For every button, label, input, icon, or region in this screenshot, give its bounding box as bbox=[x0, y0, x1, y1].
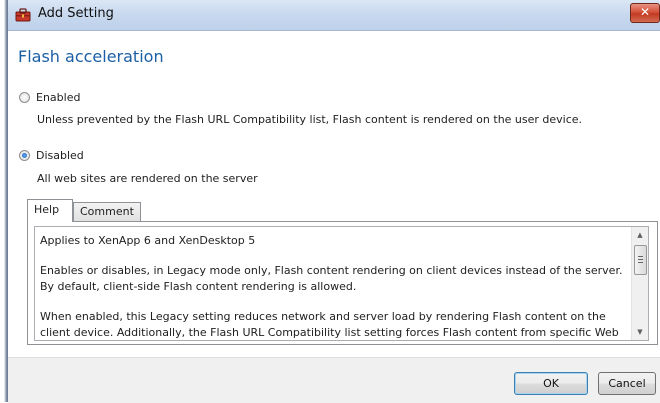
close-button[interactable]: ✕ bbox=[630, 3, 660, 23]
help-text-area[interactable]: Applies to XenApp 6 and XenDesktop 5 Ena… bbox=[34, 226, 649, 341]
title-bar[interactable]: Add Setting ✕ bbox=[8, 0, 660, 31]
background-window-edge bbox=[0, 0, 8, 402]
scroll-up-arrow-icon[interactable]: ▲ bbox=[632, 227, 648, 243]
setting-heading: Flash acceleration bbox=[18, 47, 164, 66]
disabled-radio[interactable] bbox=[19, 150, 30, 161]
button-bar: OK Cancel bbox=[8, 357, 660, 403]
grip-line bbox=[638, 262, 643, 263]
enabled-description: Unless prevented by the Flash URL Compat… bbox=[37, 113, 583, 126]
enabled-label[interactable]: Enabled bbox=[36, 91, 80, 104]
scroll-down-arrow-icon[interactable]: ▼ bbox=[632, 324, 648, 340]
enabled-option[interactable]: Enabled bbox=[19, 91, 80, 104]
grip-line bbox=[638, 256, 643, 257]
toolbox-icon bbox=[15, 8, 31, 22]
tab-comment[interactable]: Comment bbox=[73, 202, 141, 221]
help-scrollbar[interactable]: ▲ ▼ bbox=[631, 227, 648, 340]
scrollbar-thumb[interactable] bbox=[634, 245, 647, 275]
disabled-description: All web sites are rendered on the server bbox=[37, 172, 258, 185]
help-panel: Applies to XenApp 6 and XenDesktop 5 Ena… bbox=[27, 221, 658, 345]
help-paragraph: When enabled, this Legacy setting reduce… bbox=[40, 310, 619, 339]
enabled-radio[interactable] bbox=[19, 92, 30, 103]
cancel-button[interactable]: Cancel bbox=[598, 372, 656, 395]
grip-line bbox=[638, 259, 643, 260]
disabled-label[interactable]: Disabled bbox=[36, 149, 84, 162]
add-setting-dialog: Add Setting ✕ Flash acceleration Enabled… bbox=[8, 0, 660, 403]
disabled-option[interactable]: Disabled bbox=[19, 149, 84, 162]
help-paragraph: Applies to XenApp 6 and XenDesktop 5 bbox=[40, 234, 256, 247]
ok-button[interactable]: OK bbox=[514, 372, 588, 395]
help-paragraph: Enables or disables, in Legacy mode only… bbox=[40, 264, 623, 293]
tab-help[interactable]: Help bbox=[27, 199, 73, 222]
window-title: Add Setting bbox=[38, 6, 114, 21]
close-icon: ✕ bbox=[639, 5, 651, 19]
help-text: Applies to XenApp 6 and XenDesktop 5 Ena… bbox=[40, 233, 630, 340]
